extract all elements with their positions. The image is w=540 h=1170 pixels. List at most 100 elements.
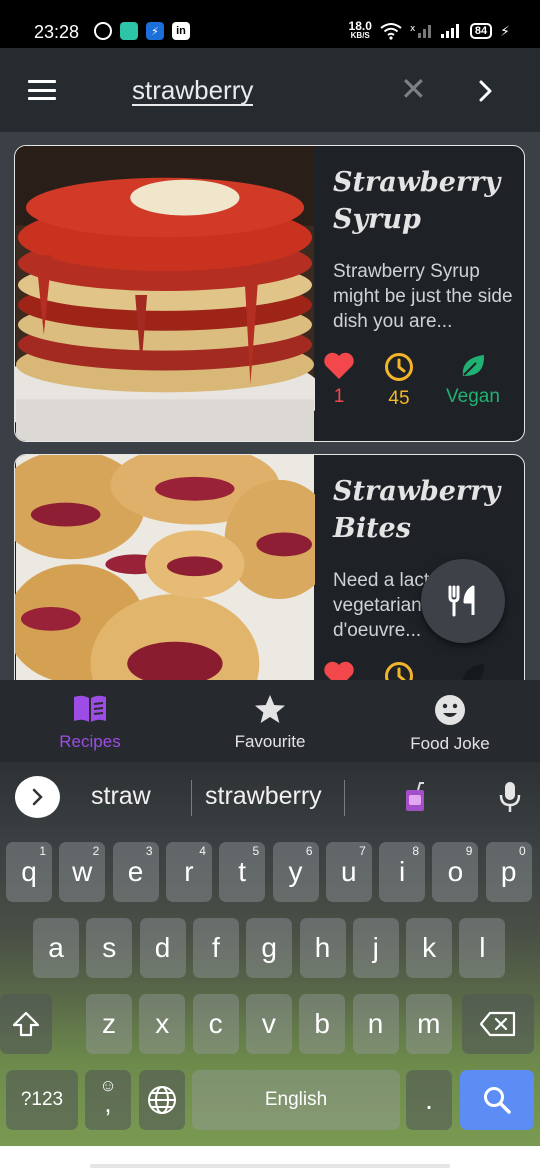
nav-recipes[interactable]: Recipes [0, 694, 180, 752]
letter-key[interactable]: d [139, 918, 186, 978]
letter-key-label: n [367, 1008, 384, 1039]
letter-key[interactable]: x [139, 994, 186, 1054]
suggestion-word[interactable]: strawberry [205, 782, 322, 811]
search-input[interactable]: strawberry [132, 76, 254, 106]
suggestion-divider [344, 780, 345, 816]
status-time: 23:28 [34, 22, 80, 42]
letter-key[interactable]: b [299, 994, 346, 1054]
whatsapp-icon [94, 22, 112, 40]
letter-key-label: p [500, 856, 517, 887]
heart-icon [324, 352, 354, 379]
cutlery-fab-button[interactable] [421, 559, 505, 643]
letter-key[interactable]: t5 [219, 842, 266, 902]
letter-key[interactable]: i8 [379, 842, 426, 902]
letter-key[interactable]: q1 [6, 842, 52, 902]
letter-key-label: c [208, 1008, 223, 1039]
letter-key[interactable]: c [192, 994, 239, 1054]
nav-food-joke[interactable]: Food Joke [360, 694, 540, 754]
letter-key[interactable]: j [352, 918, 399, 978]
diet-stat [429, 661, 517, 680]
letter-key-label: x [155, 1008, 170, 1039]
recipe-description: Strawberry Syrup might be just the side … [333, 261, 513, 332]
nav-favourite[interactable]: Favourite [180, 694, 360, 752]
likes-stat [321, 661, 357, 680]
signal-icon [440, 24, 459, 38]
smile-icon [435, 695, 465, 725]
number-hint: 5 [252, 844, 260, 858]
letter-key-label: k [422, 932, 437, 963]
recipe-card[interactable]: Strawberry Syrup Strawberry Syrup might … [14, 145, 525, 442]
heart-icon [324, 661, 354, 680]
backspace-key[interactable] [462, 994, 534, 1054]
svg-text:x: x [410, 24, 416, 34]
letter-key-label: h [314, 932, 331, 963]
letter-key[interactable]: u7 [325, 842, 372, 902]
clock-icon [385, 662, 413, 680]
chevron-right-icon[interactable] [476, 76, 496, 106]
messages-icon [120, 22, 138, 40]
wifi-icon [380, 23, 402, 40]
symbols-key[interactable]: ?123 [6, 1070, 78, 1130]
letter-key-label: s [102, 932, 117, 963]
letter-key[interactable]: w2 [59, 842, 106, 902]
letter-key[interactable]: f [192, 918, 239, 978]
letter-key-label: d [154, 932, 171, 963]
letter-key-label: j [372, 932, 379, 963]
net-speed: 18.0 KB/S [349, 20, 372, 40]
letter-key[interactable]: v [245, 994, 292, 1054]
clear-icon[interactable]: ✕ [400, 73, 427, 105]
letter-key-label: i [398, 856, 406, 887]
number-hint: 8 [412, 844, 420, 858]
diet-stat: Vegan [429, 352, 517, 408]
letter-key[interactable]: p0 [485, 842, 532, 902]
letter-key[interactable]: z [86, 994, 132, 1054]
nav-recipes-label: Recipes [59, 732, 121, 751]
letter-key[interactable]: r4 [165, 842, 212, 902]
mic-icon[interactable] [498, 780, 522, 814]
signal-x-icon: x [410, 24, 431, 38]
diet-label: Vegan [446, 386, 500, 407]
letter-key-label: b [314, 1008, 330, 1039]
letter-key[interactable]: s [86, 918, 133, 978]
number-hint: 9 [465, 844, 473, 858]
bottom-nav: Recipes Favourite Food Joke [0, 680, 540, 762]
search-key[interactable] [460, 1070, 534, 1130]
status-bar: 23:28 ⚡ in 18.0 KB/S x 84 ⚡ [0, 0, 540, 48]
charging-icon: ⚡ [500, 22, 510, 39]
letter-key[interactable]: h [299, 918, 346, 978]
letter-key[interactable]: g [246, 918, 293, 978]
app-bar: strawberry ✕ [0, 48, 540, 132]
letter-key[interactable]: o9 [432, 842, 479, 902]
suggestion-divider [191, 780, 192, 816]
letter-key[interactable]: y6 [272, 842, 319, 902]
expand-toolbar-button[interactable] [15, 776, 60, 818]
suggestion-word[interactable]: straw [91, 782, 151, 811]
letter-key-label: q [21, 856, 37, 887]
language-key[interactable] [139, 1070, 185, 1130]
letter-key[interactable]: n [352, 994, 399, 1054]
gesture-pill[interactable] [90, 1164, 450, 1168]
menu-icon[interactable] [28, 80, 56, 100]
space-key[interactable]: English [192, 1070, 400, 1130]
period-key[interactable]: . [406, 1070, 452, 1130]
globe-icon [148, 1086, 176, 1114]
shift-key[interactable] [0, 994, 52, 1054]
letter-key[interactable]: l [459, 918, 506, 978]
letter-key-label: l [479, 932, 486, 963]
letter-key-label: v [261, 1008, 276, 1039]
time-stat: 45 [377, 352, 421, 410]
comma-label: , [104, 1088, 112, 1118]
status-notification-icons: ⚡ in [94, 22, 190, 40]
letter-key-label: f [212, 932, 220, 963]
letter-key-label: a [48, 932, 64, 963]
juice-box-emoji-icon[interactable] [402, 782, 428, 812]
number-hint: 2 [92, 844, 100, 858]
nav-food-joke-label: Food Joke [410, 734, 490, 753]
letter-key[interactable]: a [33, 918, 79, 978]
letter-key[interactable]: e3 [112, 842, 159, 902]
number-hint: 1 [39, 844, 46, 858]
emoji-comma-key[interactable]: ☺ , [85, 1070, 131, 1130]
letter-key[interactable]: m [405, 994, 452, 1054]
recipe-image-pancakes [15, 146, 315, 441]
letter-key[interactable]: k [406, 918, 453, 978]
